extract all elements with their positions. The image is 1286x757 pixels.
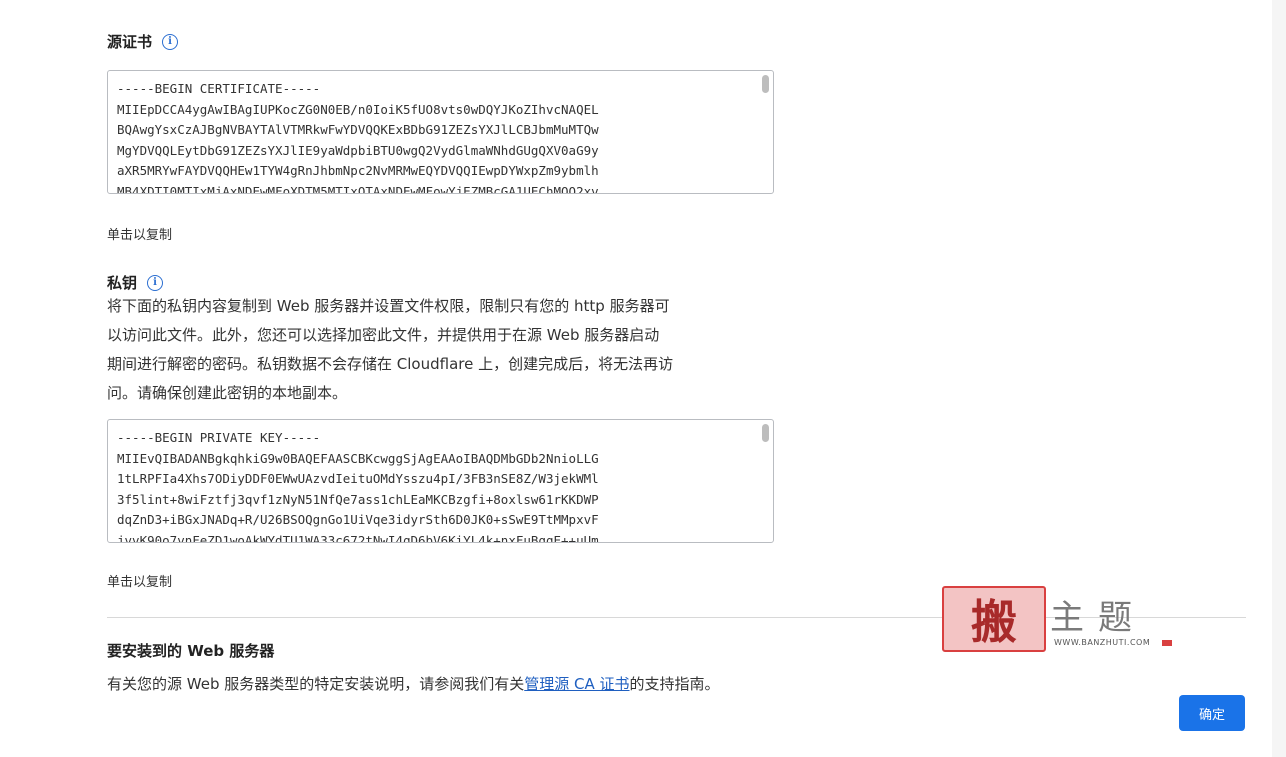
install-title: 要安装到的 Web 服务器 (107, 642, 275, 660)
code-line: MgYDVQQLEytDbG91ZEZsYXJlIE9yaWdpbiBTU0wg… (117, 142, 599, 158)
description-line: 期间进行解密的密码。私钥数据不会存储在 Cloudflare 上，创建完成后，将… (107, 355, 674, 373)
page-scrollbar[interactable] (1272, 0, 1286, 757)
info-icon[interactable]: i (147, 274, 164, 291)
private-key-copy-hint[interactable]: 单击以复制 (107, 571, 172, 590)
code-line: BQAwgYsxCzAJBgNVBAYTAlVTMRkwFwYDVQQKExBD… (117, 122, 599, 137)
code-line: jvvK90o7vnFeZD1woAkWYdTU1WA33c672tNwI4qD… (117, 532, 599, 543)
description-line: 问。请确保创建此密钥的本地副本。 (107, 384, 348, 402)
info-icon[interactable]: i (162, 33, 179, 50)
scrollbar-thumb[interactable] (762, 75, 769, 93)
code-line: MIIEpDCCA4ygAwIBAgIUPKocZG0N0EB/n0IoiK5f… (117, 101, 599, 117)
code-line: dqZnD3+iBGxJNADq+R/U26BSOQgnGo1UiVqe3idy… (117, 512, 599, 527)
origin-cert-content: -----BEGIN CERTIFICATE----- MIIEpDCCA4ygA… (117, 79, 755, 193)
private-key-title: 私钥 i (107, 272, 164, 293)
code-line: MIIEvQIBADANBgkqhkiG9w0BAQEFAASCBKcwggSj… (117, 450, 599, 466)
origin-cert-copy-hint[interactable]: 单击以复制 (107, 224, 172, 243)
private-key-textarea[interactable]: -----BEGIN PRIVATE KEY----- MIIEvQIBADANB… (107, 419, 774, 543)
code-line: aXR5MRYwFAYDVQQHEw1TYW4gRnJhbmNpc2NvMRMw… (117, 163, 599, 178)
scrollbar-thumb[interactable] (762, 424, 769, 442)
install-text-before: 有关您的源 Web 服务器类型的特定安装说明，请参阅我们有关 (107, 675, 525, 693)
code-line: 1tLRPFIa4Xhs7ODiyDDF0EWwUAzvdIeituOMdYss… (117, 471, 599, 486)
install-text: 有关您的源 Web 服务器类型的特定安装说明，请参阅我们有关管理源 CA 证书的… (107, 673, 720, 694)
origin-cert-textarea[interactable]: -----BEGIN CERTIFICATE----- MIIEpDCCA4ygA… (107, 70, 774, 194)
code-line: 3f5lint+8wiFztfj3qvf1zNyN51NfQe7ass1chLE… (117, 491, 599, 507)
private-key-description: 将下面的私钥内容复制到 Web 服务器并设置文件权限，限制只有您的 http 服… (107, 292, 782, 408)
private-key-title-text: 私钥 (107, 274, 138, 292)
description-line: 将下面的私钥内容复制到 Web 服务器并设置文件权限，限制只有您的 http 服… (107, 297, 670, 315)
code-line: MB4XDTI0MTIxMjAxNDEwMFoXDTM5MTIxOTAxNDEw… (117, 183, 599, 194)
confirm-button[interactable]: 确定 (1179, 695, 1245, 731)
description-line: 以访问此文件。此外，您还可以选择加密此文件，并提供用于在源 Web 服务器启动 (107, 326, 660, 344)
code-line: -----BEGIN CERTIFICATE----- (117, 81, 321, 96)
watermark-url: WWW.BANZHUTI.COM (1054, 638, 1151, 647)
watermark-glyph: 搬 (942, 586, 1046, 652)
origin-cert-title: 源证书 i (107, 31, 179, 52)
code-line: -----BEGIN PRIVATE KEY----- (117, 430, 321, 445)
watermark-dot (1162, 640, 1172, 646)
watermark-text: 主题 (1050, 598, 1146, 638)
private-key-content: -----BEGIN PRIVATE KEY----- MIIEvQIBADANB… (117, 428, 755, 542)
watermark-logo: 搬 主题 WWW.BANZHUTI.COM (942, 582, 1172, 654)
install-text-after: 的支持指南。 (629, 675, 720, 693)
manage-origin-ca-link[interactable]: 管理源 CA 证书 (524, 675, 629, 693)
origin-cert-title-text: 源证书 (107, 33, 153, 51)
